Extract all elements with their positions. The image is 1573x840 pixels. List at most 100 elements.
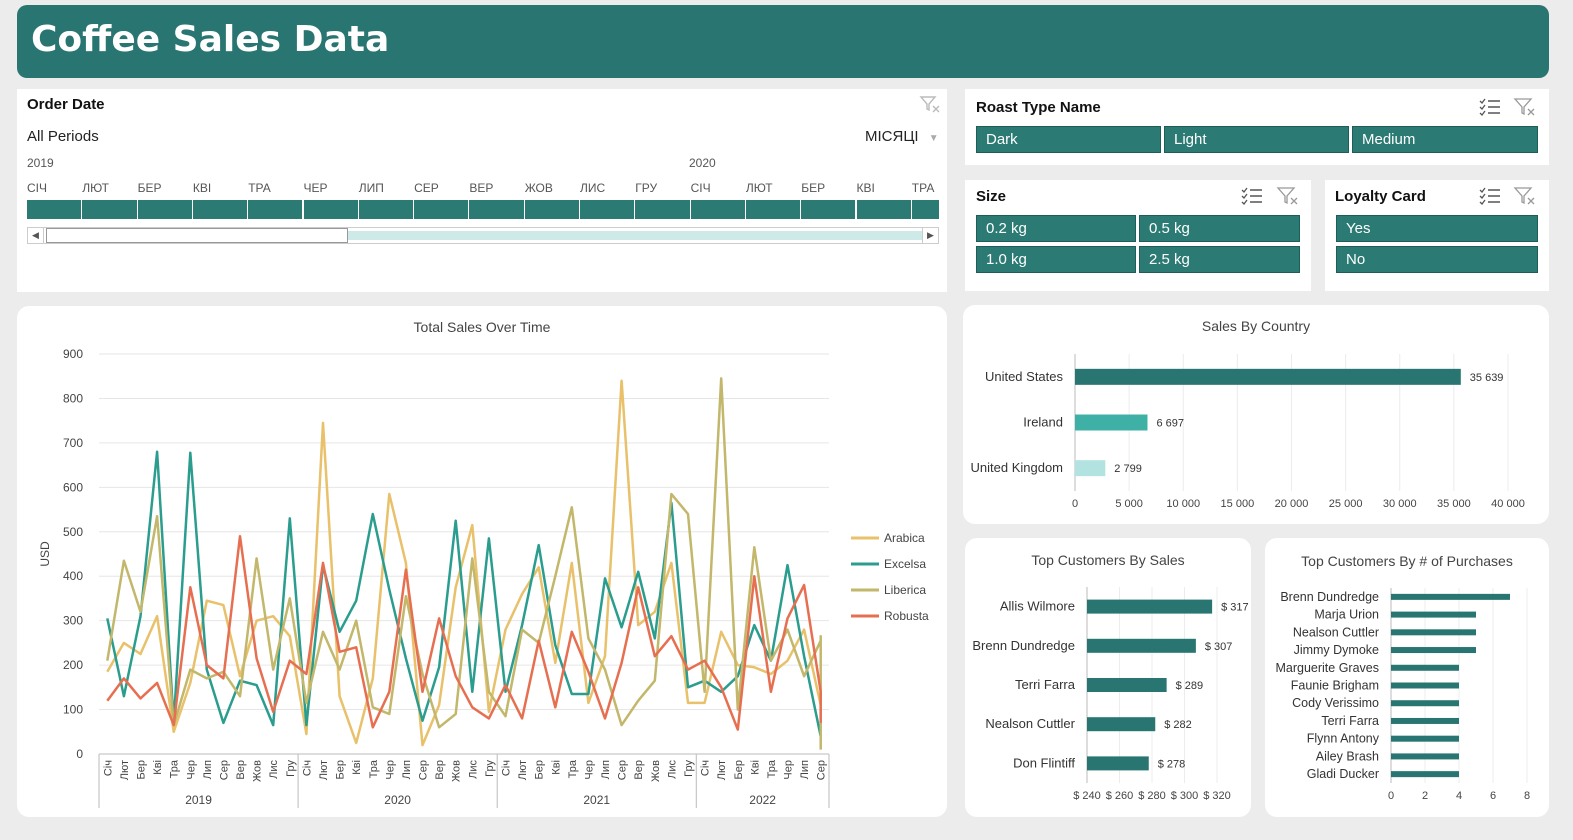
bar: [1391, 771, 1459, 778]
timeline-month-cell[interactable]: [82, 200, 137, 219]
x-tick-label: 25 000: [1329, 498, 1363, 510]
category-label: Ailey Brash: [1316, 749, 1379, 763]
x-tick-label: Сер: [418, 760, 430, 780]
x-tick-label: Лют: [119, 760, 131, 780]
x-tick-label: Чер: [583, 760, 595, 780]
timeline-month-cell[interactable]: [911, 200, 939, 219]
timeline-month-cell[interactable]: [27, 200, 82, 219]
timeline-month-cell[interactable]: [303, 200, 358, 219]
x-tick-label: 8: [1524, 790, 1530, 802]
bar: [1391, 700, 1459, 707]
x-tick-label: $ 300: [1171, 790, 1199, 802]
x-tick-label: Кві: [351, 760, 363, 775]
category-label: Allis Wilmore: [1000, 599, 1075, 614]
size-option-0-5kg[interactable]: 0.5 kg: [1139, 215, 1300, 242]
bar: [1391, 682, 1459, 689]
x-tick-label: $ 320: [1203, 790, 1231, 802]
bar: [1087, 599, 1213, 614]
data-label: $ 307: [1205, 641, 1233, 653]
y-tick-label: 100: [63, 703, 83, 717]
timeline-month-cell[interactable]: [248, 200, 303, 219]
year-label: 2022: [749, 793, 776, 807]
y-tick-label: 400: [63, 569, 83, 583]
multi-select-icon[interactable]: [1478, 186, 1502, 206]
timeline-month-cell[interactable]: [414, 200, 469, 219]
x-tick-label: Лип: [401, 760, 413, 779]
x-tick-label: 0: [1388, 790, 1394, 802]
timeline-month-label: ЛИП: [358, 181, 384, 195]
x-tick-label: Лис: [666, 760, 678, 779]
x-tick-label: Лют: [716, 760, 728, 780]
scroll-thumb[interactable]: [46, 228, 348, 243]
size-option-1-0kg[interactable]: 1.0 kg: [976, 246, 1136, 273]
timeline-month-cell[interactable]: [745, 200, 801, 219]
size-option-2-5kg[interactable]: 2.5 kg: [1139, 246, 1300, 273]
x-tick-label: 40 000: [1491, 498, 1525, 510]
timeline-month-cell[interactable]: [690, 200, 745, 219]
line-chart-svg: 0 100 200 300 400 500 600 700 800 900 USD Січ Лют Бер…: [38, 347, 929, 808]
category-label: Terri Farra: [1321, 714, 1379, 728]
timeline-month-cell[interactable]: [469, 200, 524, 219]
scroll-left-arrow[interactable]: ◀: [28, 228, 44, 243]
customer-sales-bar-chart-svg: $ 240 $ 260 $ 280 $ 300 $ 320 Allis Wilmore $ …: [972, 587, 1249, 802]
loyalty-option-yes[interactable]: Yes: [1336, 215, 1538, 242]
bar: [1391, 629, 1476, 636]
roast-type-slicer[interactable]: Roast Type Name Dark Light Medium: [965, 89, 1549, 165]
x-tick-label: Гру: [683, 760, 695, 777]
x-tick-label: 2: [1422, 790, 1428, 802]
clear-filter-icon[interactable]: [1276, 186, 1300, 206]
scroll-track: [348, 231, 922, 240]
roast-option-light[interactable]: Light: [1164, 126, 1349, 153]
x-tick-label: Січ: [500, 760, 512, 776]
timeline-month-label: ЛЮТ: [82, 181, 109, 195]
timeline-year-label: 2019: [27, 156, 54, 170]
x-tick-label: Гру: [285, 760, 297, 777]
order-date-timeline[interactable]: Order Date All Periods МІСЯЦІ ▼ 2019 202…: [17, 89, 947, 292]
data-label: 2 799: [1114, 463, 1142, 475]
timeline-level-dropdown[interactable]: МІСЯЦІ ▼: [865, 128, 939, 145]
bar: [1391, 611, 1476, 618]
bar: [1391, 753, 1459, 760]
timeline-month-cell[interactable]: [801, 200, 856, 219]
roast-option-medium[interactable]: Medium: [1352, 126, 1538, 153]
x-tick-label: Бер: [135, 760, 147, 779]
x-tick-label: Кві: [152, 760, 164, 775]
x-tick-label: Лип: [600, 760, 612, 779]
x-tick-label: Сер: [218, 760, 230, 780]
x-tick-label: 20 000: [1275, 498, 1309, 510]
data-label: $ 278: [1158, 758, 1186, 770]
bar: [1391, 735, 1459, 742]
x-tick-label: Жов: [451, 760, 463, 782]
roast-option-dark[interactable]: Dark: [976, 126, 1161, 153]
timeline-month-cell[interactable]: [358, 200, 414, 219]
timeline-month-cell[interactable]: [192, 200, 248, 219]
x-tick-label: Тра: [766, 759, 778, 778]
x-tick-label: $ 260: [1106, 790, 1134, 802]
loyalty-card-slicer[interactable]: Loyalty Card Yes No: [1325, 180, 1549, 291]
timeline-month-cell[interactable]: [524, 200, 579, 219]
data-label: 35 639: [1470, 372, 1504, 384]
data-label: $ 282: [1164, 719, 1192, 731]
sales-over-time-chart: Total Sales Over Time 0 100 200 300 400 500 60…: [17, 306, 947, 817]
timeline-month-cell[interactable]: [856, 200, 911, 219]
multi-select-icon[interactable]: [1478, 97, 1502, 117]
timeline-month-cell[interactable]: [580, 200, 635, 219]
x-tick-label: Лют: [318, 760, 330, 780]
timeline-month-cell[interactable]: [635, 200, 690, 219]
category-label: Don Flintiff: [1013, 755, 1075, 770]
timeline-month-label: БЕР: [801, 181, 826, 195]
size-option-0-2kg[interactable]: 0.2 kg: [976, 215, 1136, 242]
x-tick-label: Чер: [783, 760, 795, 780]
timeline-scrollbar[interactable]: ◀ ▶: [27, 227, 939, 244]
bar: [1391, 717, 1459, 724]
clear-filter-icon[interactable]: [1513, 186, 1537, 206]
clear-filter-icon[interactable]: [919, 95, 943, 115]
loyalty-option-no[interactable]: No: [1336, 246, 1538, 273]
multi-select-icon[interactable]: [1240, 186, 1264, 206]
timeline-month-cell[interactable]: [137, 200, 192, 219]
size-slicer[interactable]: Size 0.2 kg 0.5 kg 1.0 kg 2.5 kg: [965, 180, 1311, 291]
timeline-month-label: ЛЮТ: [745, 181, 773, 195]
y-tick-label: 200: [63, 658, 83, 672]
clear-filter-icon[interactable]: [1513, 97, 1537, 117]
scroll-right-arrow[interactable]: ▶: [922, 228, 938, 243]
